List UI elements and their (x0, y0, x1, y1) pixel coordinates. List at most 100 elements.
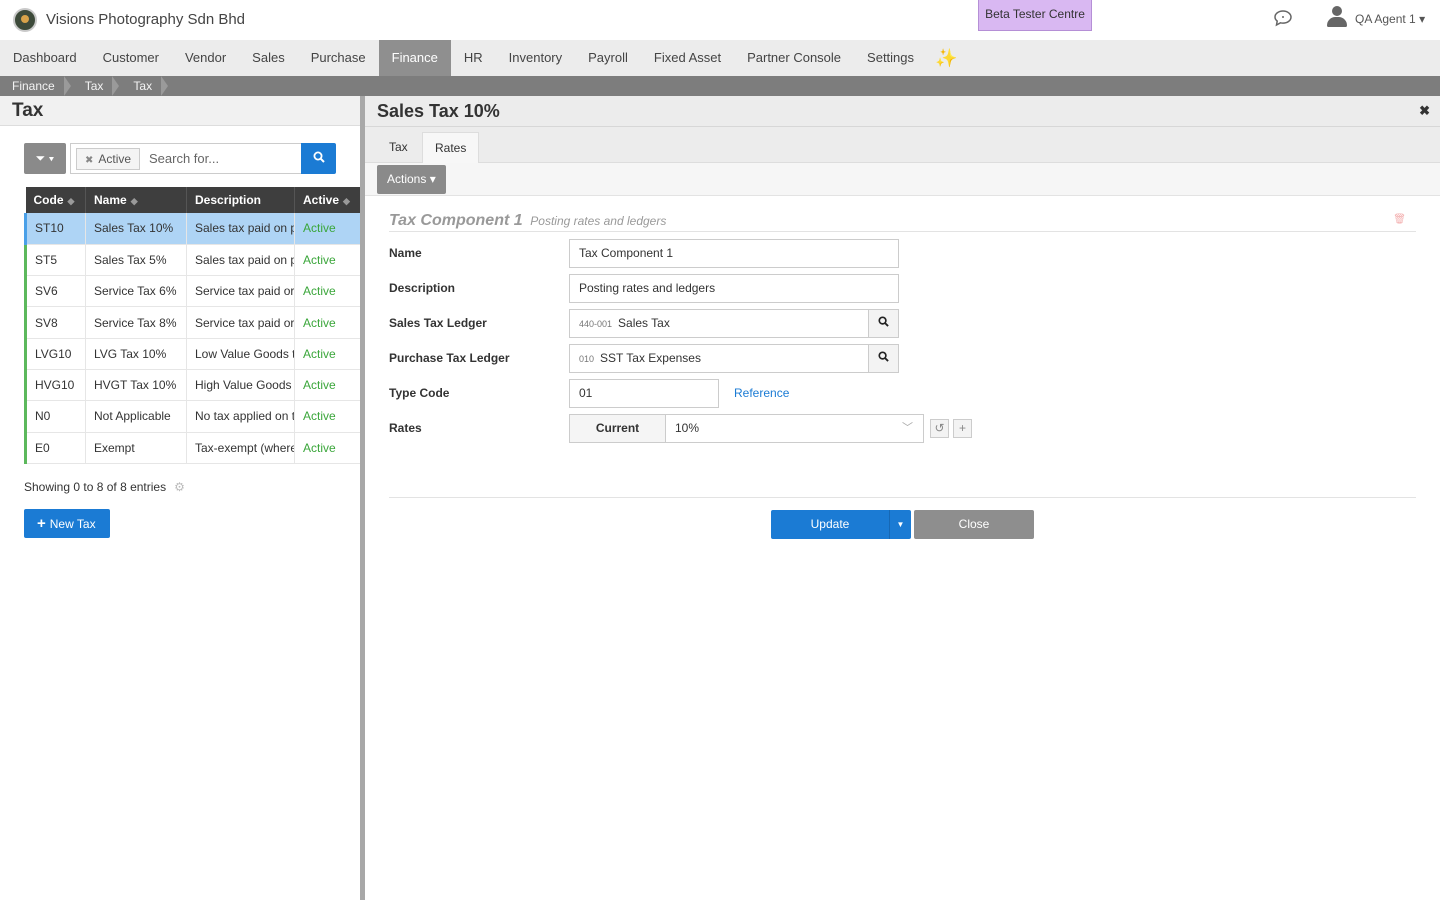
cell-name: LVG Tax 10% (85, 338, 187, 370)
entries-text: Showing 0 to 8 of 8 entries (24, 480, 167, 494)
user-avatar-icon[interactable] (1327, 6, 1347, 28)
cell-active: Active (294, 306, 362, 339)
rates-select[interactable]: 10% ﹀ (665, 414, 924, 443)
sales-ledger-field[interactable]: 440-001 Sales Tax (569, 309, 869, 338)
table-row[interactable]: ST10 Sales Tax 10% Sales tax paid on p A… (24, 213, 362, 245)
search-icon (878, 316, 889, 327)
filter-tag-active[interactable]: ✖ Active (76, 148, 141, 170)
nav-customer[interactable]: Customer (90, 40, 172, 76)
sales-ledger-lookup-button[interactable] (868, 309, 899, 338)
cell-active: Active (294, 213, 362, 245)
column-header-active[interactable]: Active ◆ (294, 187, 362, 213)
purchase-ledger-label: Purchase Tax Ledger (389, 351, 510, 365)
user-name: QA Agent 1 (1355, 12, 1416, 26)
search-button[interactable] (301, 143, 336, 174)
reference-link[interactable]: Reference (734, 386, 789, 400)
tax-table: Code ◆ Name ◆ Description Active ◆ ST10 Sal… (24, 187, 362, 464)
beta-tester-button[interactable]: Beta Tester Centre (978, 0, 1092, 31)
trash-icon[interactable]: 🗑 (1393, 214, 1406, 225)
rates-period[interactable]: Current (569, 414, 666, 443)
cell-name: Service Tax 8% (85, 306, 187, 339)
cell-description: Tax-exempt (where (186, 432, 295, 464)
update-button[interactable]: Update ▼ (771, 510, 911, 539)
cell-name: Not Applicable (85, 400, 187, 433)
detail-tabs: Tax Rates (365, 127, 1440, 163)
nav-vendor[interactable]: Vendor (172, 40, 239, 76)
search-icon (878, 351, 889, 362)
nav-hr[interactable]: HR (451, 40, 496, 76)
chat-icon[interactable] (1273, 9, 1293, 29)
close-button[interactable]: Close (914, 510, 1034, 539)
nav-purchase[interactable]: Purchase (298, 40, 379, 76)
nav-payroll[interactable]: Payroll (575, 40, 641, 76)
table-row[interactable]: SV8 Service Tax 8% Service tax paid or A… (24, 306, 362, 339)
description-field[interactable]: Posting rates and ledgers (569, 274, 899, 303)
user-menu[interactable]: QA Agent 1 ▾ (1355, 12, 1425, 26)
chevron-down-icon: ﹀ (902, 422, 913, 434)
cell-active: Active (294, 244, 362, 277)
breadcrumb-tax-current[interactable]: Tax (121, 76, 170, 96)
filter-button[interactable]: ⏷ ▾ (24, 143, 66, 174)
search-input[interactable] (149, 144, 299, 173)
purchase-ledger-lookup-button[interactable] (868, 344, 899, 373)
column-header-description[interactable]: Description (186, 187, 295, 213)
table-row[interactable]: ST5 Sales Tax 5% Sales tax paid on p Act… (24, 244, 362, 277)
add-rate-icon[interactable]: + (953, 419, 972, 438)
cell-active: Active (294, 369, 362, 402)
cell-code: N0 (24, 400, 86, 433)
caret-down-icon: ▾ (429, 172, 436, 186)
purchase-ledger-field[interactable]: 010 SST Tax Expenses (569, 344, 869, 373)
sort-icon: ◆ (67, 196, 75, 206)
cell-code: ST5 (24, 244, 86, 277)
remove-tag-icon[interactable]: ✖ (85, 155, 93, 166)
main-nav: Dashboard Customer Vendor Sales Purchase… (0, 40, 1440, 76)
ledger-name: SST Tax Expenses (600, 351, 701, 365)
cell-description: Sales tax paid on p (186, 213, 295, 245)
nav-finance[interactable]: Finance (378, 40, 451, 76)
top-bar: Visions Photography Sdn Bhd Beta Tester … (0, 0, 1440, 40)
name-field[interactable]: Tax Component 1 (569, 239, 899, 268)
tab-rates[interactable]: Rates (422, 132, 480, 163)
cell-active: Active (294, 400, 362, 433)
table-row[interactable]: N0 Not Applicable No tax applied on t Ac… (24, 400, 362, 433)
table-row[interactable]: LVG10 LVG Tax 10% Low Value Goods t Acti… (24, 338, 362, 370)
nav-settings[interactable]: Settings (854, 40, 927, 76)
sparkle-icon[interactable]: ✨ (927, 40, 965, 76)
table-row[interactable]: E0 Exempt Tax-exempt (where Active (24, 432, 362, 464)
cell-name: Sales Tax 5% (85, 244, 187, 277)
company-logo[interactable] (13, 8, 37, 32)
cell-code: ST10 (24, 213, 86, 245)
cell-name: Sales Tax 10% (85, 213, 187, 245)
nav-partner-console[interactable]: Partner Console (734, 40, 854, 76)
breadcrumb-finance[interactable]: Finance (0, 76, 73, 96)
table-row[interactable]: SV6 Service Tax 6% Service tax paid or A… (24, 275, 362, 308)
tax-detail-panel: Sales Tax 10% ✖ Tax Rates Actions ▾ Tax … (365, 96, 1440, 900)
page-title: Tax (0, 96, 360, 126)
gear-icon[interactable]: ⚙ (174, 480, 185, 494)
ledger-code: 010 (579, 354, 595, 364)
table-row[interactable]: HVG10 HVGT Tax 10% High Value Goods Acti… (24, 369, 362, 402)
column-header-name[interactable]: Name ◆ (85, 187, 187, 213)
new-tax-label: New Tax (49, 517, 96, 531)
detail-title: Sales Tax 10% ✖ (365, 96, 1440, 127)
cell-description: Sales tax paid on p (186, 244, 295, 277)
type-code-field[interactable]: 01 (569, 379, 719, 408)
nav-fixed-asset[interactable]: Fixed Asset (641, 40, 734, 76)
history-icon[interactable]: ↺ (930, 419, 949, 438)
actions-button[interactable]: Actions ▾ (377, 165, 446, 194)
ledger-name: Sales Tax (618, 316, 670, 330)
column-header-code[interactable]: Code ◆ (25, 187, 86, 213)
tab-tax[interactable]: Tax (377, 132, 420, 163)
rates-value: 10% (675, 421, 700, 435)
nav-dashboard[interactable]: Dashboard (0, 40, 90, 76)
sort-icon: ◆ (130, 196, 138, 206)
filter-tag-label: Active (98, 152, 132, 166)
caret-down-icon[interactable]: ▼ (889, 510, 911, 539)
breadcrumb-tax[interactable]: Tax (73, 76, 122, 96)
nav-sales[interactable]: Sales (239, 40, 298, 76)
close-icon[interactable]: ✖ (1419, 103, 1430, 119)
description-label: Description (389, 281, 456, 295)
new-tax-button[interactable]: + New Tax (24, 509, 110, 538)
breadcrumb: Finance Tax Tax (0, 76, 1440, 96)
nav-inventory[interactable]: Inventory (496, 40, 575, 76)
